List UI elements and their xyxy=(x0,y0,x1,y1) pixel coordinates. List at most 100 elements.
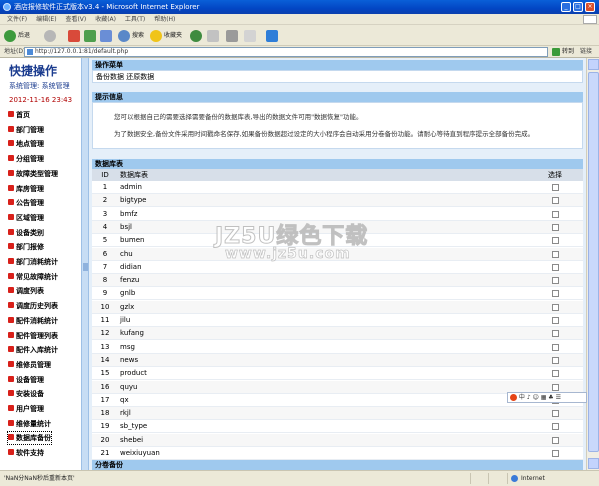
sidebar-item[interactable]: 公告管理 xyxy=(8,197,44,209)
bullet-icon xyxy=(8,360,14,367)
stop-button[interactable] xyxy=(68,28,82,43)
row-select-checkbox[interactable] xyxy=(552,210,559,218)
row-select-checkbox[interactable] xyxy=(552,290,559,298)
row-select-checkbox[interactable] xyxy=(552,250,559,258)
sidebar-item[interactable]: 配件管理列表 xyxy=(8,330,58,342)
sidebar-item-label: 软件支持 xyxy=(16,449,44,458)
row-id: 15 xyxy=(100,369,110,378)
menu-tools[interactable]: 工具(T) xyxy=(125,14,145,25)
sidebar-item[interactable]: 分组管理 xyxy=(8,153,44,165)
print-button[interactable] xyxy=(226,28,240,43)
scroll-up-button[interactable] xyxy=(588,59,599,70)
sidebar-item[interactable]: 部门管理 xyxy=(8,124,44,136)
sidebar-item[interactable]: 调度历史列表 xyxy=(8,300,58,312)
row-id: 16 xyxy=(100,382,110,391)
home-button[interactable] xyxy=(100,28,114,43)
close-button[interactable]: × xyxy=(585,2,595,12)
table-row: 15 product xyxy=(92,367,583,381)
messenger-button[interactable] xyxy=(266,28,280,43)
back-button[interactable]: 后退 xyxy=(4,28,30,43)
sidebar-item[interactable]: 用户管理 xyxy=(8,403,44,415)
row-select-checkbox[interactable] xyxy=(552,410,559,418)
row-table-name: sb_type xyxy=(120,422,148,431)
mail-button[interactable] xyxy=(207,28,221,43)
scroll-thumb[interactable] xyxy=(588,72,599,452)
ops-links[interactable]: 备份数据 还原数据 xyxy=(96,72,154,82)
row-select-checkbox[interactable] xyxy=(552,450,559,457)
row-select-checkbox[interactable] xyxy=(552,330,559,338)
sidebar-item[interactable]: 区域管理 xyxy=(8,212,44,224)
row-table-name: bsjl xyxy=(120,222,132,231)
frame-splitter[interactable] xyxy=(82,58,89,470)
sidebar-item[interactable]: 部门报修 xyxy=(8,241,44,253)
sidebar-item[interactable]: 故障类型管理 xyxy=(8,168,58,180)
sidebar-item[interactable]: 设备类别 xyxy=(8,227,44,239)
splitter-grip-icon[interactable] xyxy=(83,263,88,271)
sidebar-item-label: 故障类型管理 xyxy=(16,169,58,178)
sidebar-system-label: 系统管理: 系统管理 xyxy=(9,82,70,90)
row-select-checkbox[interactable] xyxy=(552,184,559,191)
history-button[interactable] xyxy=(190,28,204,43)
vertical-scrollbar[interactable] xyxy=(586,58,599,470)
row-select-checkbox[interactable] xyxy=(552,423,559,431)
scroll-down-button[interactable] xyxy=(588,458,599,469)
menu-help[interactable]: 帮助(H) xyxy=(154,14,175,25)
bullet-icon xyxy=(8,346,14,353)
row-select-checkbox[interactable] xyxy=(552,370,559,378)
row-select-checkbox[interactable] xyxy=(552,197,559,205)
row-select-checkbox[interactable] xyxy=(552,436,559,444)
sidebar-item[interactable]: 安装设备 xyxy=(8,388,44,400)
row-select-checkbox[interactable] xyxy=(552,277,559,285)
table-row: 20 shebei xyxy=(92,433,583,447)
sidebar-time: 2012-11-16 23:43 xyxy=(9,96,73,104)
search-label: 搜索 xyxy=(132,32,145,39)
table-row: 19 sb_type xyxy=(92,420,583,434)
favorites-button[interactable]: 收藏夹 xyxy=(150,28,182,43)
menu-favorites[interactable]: 收藏(A) xyxy=(95,14,116,25)
sidebar-item[interactable]: 设备管理 xyxy=(8,374,44,386)
row-select-checkbox[interactable] xyxy=(552,317,559,324)
edit-button[interactable] xyxy=(244,28,258,43)
refresh-button[interactable] xyxy=(84,28,98,43)
links-button[interactable]: 链接 xyxy=(580,46,592,58)
sidebar-item[interactable]: 维修量统计 xyxy=(8,418,51,430)
menu-view[interactable]: 查看(V) xyxy=(65,14,86,25)
sidebar-item[interactable]: 调度列表 xyxy=(8,285,44,297)
row-select-checkbox[interactable] xyxy=(552,263,559,271)
bullet-icon xyxy=(8,434,14,441)
row-id: 6 xyxy=(102,249,108,258)
sidebar-item[interactable]: 维修员管理 xyxy=(8,359,51,371)
bullet-icon xyxy=(8,184,14,191)
bullet-icon xyxy=(8,287,14,294)
row-select-checkbox[interactable] xyxy=(552,343,559,351)
forward-button[interactable] xyxy=(44,28,58,43)
row-select-checkbox[interactable] xyxy=(552,383,559,391)
sidebar-item[interactable]: 常见故障统计 xyxy=(8,271,58,283)
address-input[interactable]: http://127.0.0.1:81/default.php xyxy=(24,47,548,57)
table-row: 13 msg xyxy=(92,340,583,354)
search-button[interactable]: 搜索 xyxy=(118,28,144,43)
sidebar-item[interactable]: 配件入库统计 xyxy=(8,344,58,356)
row-select-checkbox[interactable] xyxy=(552,223,559,231)
browser-toolbar: 后退 搜索 收藏夹 xyxy=(0,25,599,46)
sidebar-item[interactable]: 库房管理 xyxy=(8,183,44,195)
sidebar-item[interactable]: 地点管理 xyxy=(8,138,44,150)
sidebar-item-label: 维修员管理 xyxy=(16,360,51,369)
menu-file[interactable]: 文件(F) xyxy=(7,14,27,25)
menu-edit[interactable]: 编辑(E) xyxy=(36,14,56,25)
row-select-checkbox[interactable] xyxy=(552,237,559,245)
sidebar-item[interactable]: 数据库备份 xyxy=(7,431,52,446)
minimize-button[interactable]: _ xyxy=(561,2,571,12)
ime-toolbar[interactable]: 中 ♪ ☺ ▦ ♣ ☰ xyxy=(507,392,587,403)
sidebar-item[interactable]: 软件支持 xyxy=(8,447,44,459)
maximize-button[interactable]: □ xyxy=(573,2,583,12)
go-button[interactable]: 转到 xyxy=(552,47,574,57)
sidebar-item[interactable]: 首页 xyxy=(8,109,30,121)
row-select-checkbox[interactable] xyxy=(552,356,559,364)
row-id: 3 xyxy=(102,209,108,218)
row-select-checkbox[interactable] xyxy=(552,303,559,311)
sidebar-item[interactable]: 配件消耗统计 xyxy=(8,315,58,327)
bullet-icon xyxy=(8,302,14,309)
sidebar-item[interactable]: 部门消耗统计 xyxy=(8,256,58,268)
row-id: 10 xyxy=(100,302,110,311)
